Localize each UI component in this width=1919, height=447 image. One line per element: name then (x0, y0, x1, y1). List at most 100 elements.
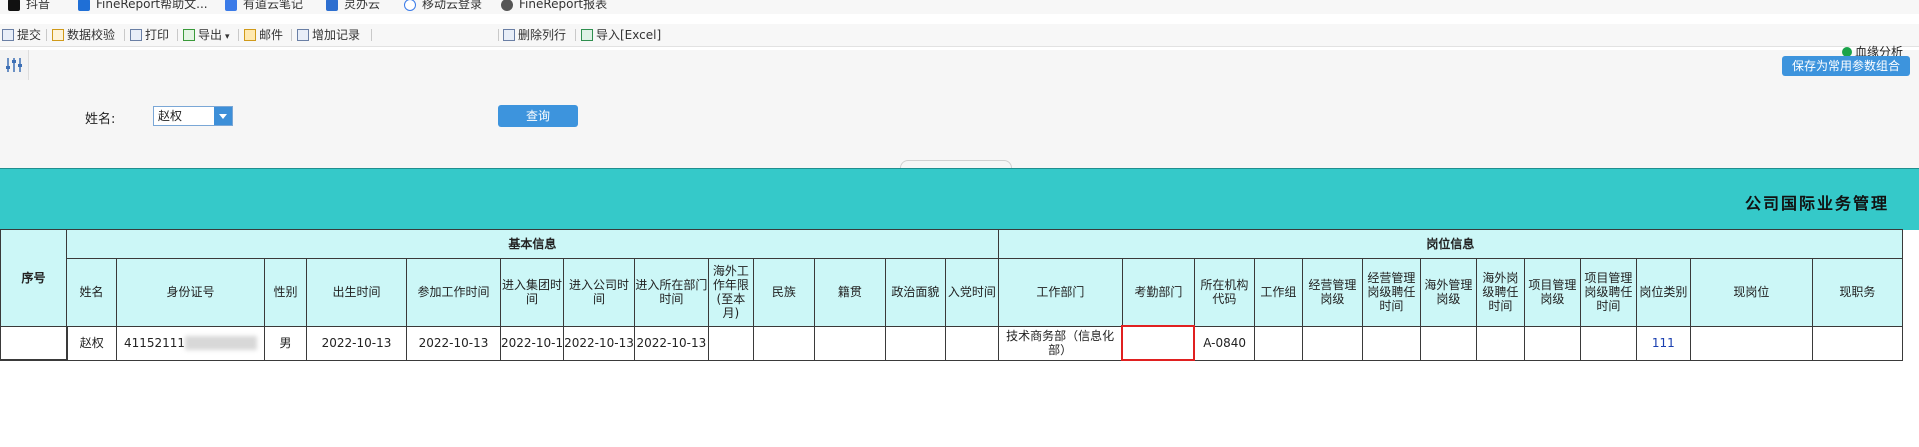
excel-icon (581, 29, 593, 41)
table-row: 赵权 41152111 男 2022-10-13 2022-10-13 2022… (0, 325, 1903, 361)
cell-current-post[interactable] (1689, 325, 1813, 361)
cell-overseas-level[interactable] (1419, 325, 1477, 361)
cell-id-number[interactable]: 41152111 (116, 325, 265, 361)
column-header: 经营管理岗级聘任时间 (1361, 258, 1421, 327)
toolbar-divider (371, 29, 372, 41)
bookmark-youdao[interactable]: 有道云笔记 (225, 0, 303, 12)
bookmarks-bar: 抖音 FineReport帮助文... 有道云笔记 灵办云 移动云登录 Fine… (0, 0, 1919, 14)
column-header: 工作部门 (997, 258, 1123, 327)
column-header: 海外工作年限(至本月) (707, 258, 754, 327)
cell-gender[interactable]: 男 (264, 325, 307, 361)
cell-mgmt-time[interactable] (1361, 325, 1421, 361)
chevron-down-icon[interactable] (214, 107, 232, 125)
column-header: 进入所在部门时间 (633, 258, 709, 327)
column-header: 项目管理岗级 (1523, 258, 1581, 327)
cell-org-code[interactable]: A-0840 (1193, 325, 1255, 361)
query-button[interactable]: 查询 (498, 105, 578, 127)
column-header: 入党时间 (944, 258, 999, 327)
cell-post-type[interactable]: 111 (1635, 325, 1691, 361)
cell-group-join[interactable]: 2022-10-1 (499, 325, 565, 361)
column-header: 政治面貌 (884, 258, 946, 327)
douyin-icon (8, 0, 20, 11)
name-label: 姓名: (85, 112, 116, 127)
bookmark-lingban[interactable]: 灵办云 (326, 0, 380, 12)
cell-ethnicity[interactable] (752, 325, 815, 361)
globe-icon (501, 0, 513, 11)
column-header: 进入公司时间 (563, 258, 635, 327)
import-excel-button[interactable]: 导入[Excel] (581, 27, 661, 43)
cell-political[interactable] (884, 325, 946, 361)
sliders-icon (6, 58, 22, 72)
cell-project-time[interactable] (1579, 325, 1637, 361)
submit-button[interactable]: 提交 (2, 27, 41, 43)
validate-button[interactable]: 数据校验 (52, 27, 115, 43)
cell-party-join[interactable] (944, 325, 999, 361)
cloud-icon (404, 0, 416, 11)
cell-company-join[interactable]: 2022-10-13 (563, 325, 635, 361)
name-combobox-value: 赵权 (158, 109, 183, 123)
save-param-combo-button[interactable]: 保存为常用参数组合 (1782, 56, 1910, 76)
cell-birth[interactable]: 2022-10-13 (306, 325, 407, 361)
bookmark-mobile-cloud[interactable]: 移动云登录 (404, 0, 482, 12)
cell-name[interactable]: 赵权 (66, 325, 117, 361)
cell-overseas-time[interactable] (1475, 325, 1525, 361)
toolbar-divider (238, 29, 239, 41)
column-header: 进入集团时间 (499, 258, 565, 327)
submit-icon (2, 29, 14, 41)
cell-attendance-dept[interactable] (1121, 325, 1196, 361)
redacted-mask (185, 336, 258, 351)
toolbar-divider (177, 29, 178, 41)
column-header: 海外管理岗级 (1419, 258, 1477, 327)
report-title: 公司国际业务管理 (1745, 194, 1890, 213)
report-toolbar: 提交 数据校验 打印 导出 ▾ 邮件 增加记录 删除列行 导入[Excel] (0, 24, 1919, 47)
cell-work-dept[interactable]: 技术商务部（信息化部） (997, 325, 1123, 361)
print-button[interactable]: 打印 (130, 27, 169, 43)
mail-button[interactable]: 邮件 (244, 27, 283, 43)
column-header: 考勤部门 (1121, 258, 1195, 327)
cell-work-group[interactable] (1253, 325, 1303, 361)
bookmark-finereport-help[interactable]: FineReport帮助文... (78, 0, 208, 12)
column-header: 所在机构代码 (1193, 258, 1255, 327)
column-header: 现岗位 (1689, 258, 1813, 327)
toolbar-divider (124, 29, 125, 41)
column-header: 籍贯 (813, 258, 886, 327)
name-combobox[interactable]: 赵权 (153, 106, 233, 126)
toolbar-divider (498, 29, 499, 41)
column-header: 参加工作时间 (406, 258, 501, 327)
cell-overseas-years[interactable] (707, 325, 754, 361)
cell-dept-join[interactable]: 2022-10-13 (633, 325, 709, 361)
cell-native-place[interactable] (813, 325, 886, 361)
column-header: 工作组 (1253, 258, 1303, 327)
delete-row-button[interactable]: 删除列行 (503, 27, 566, 43)
lingban-icon (326, 0, 338, 11)
column-header: 出生时间 (306, 258, 407, 327)
validate-icon (52, 29, 64, 41)
add-record-icon (297, 29, 309, 41)
column-header: 项目管理岗级聘任时间 (1579, 258, 1637, 327)
report-title-band (0, 168, 1919, 230)
parameter-toggle-tab[interactable] (0, 50, 29, 80)
toolbar-divider (575, 29, 576, 41)
group-header-basic: 基本信息 (66, 229, 999, 259)
add-record-button[interactable]: 增加记录 (297, 27, 360, 43)
finereport-icon (78, 0, 90, 11)
cell-project-level[interactable] (1523, 325, 1581, 361)
column-header: 性别 (264, 258, 307, 327)
toolbar-divider (46, 29, 47, 41)
column-header: 经营管理岗级 (1301, 258, 1363, 327)
column-header: 现职务 (1811, 258, 1903, 327)
chevron-down-icon: ▾ (225, 32, 230, 42)
bookmark-finereport-report[interactable]: FineReport报表 (501, 0, 607, 12)
column-header: 海外岗级聘任时间 (1475, 258, 1525, 327)
cell-seq[interactable] (0, 325, 68, 361)
toolbar-divider (291, 29, 292, 41)
mail-icon (244, 29, 256, 41)
cell-mgmt-level[interactable] (1301, 325, 1363, 361)
export-icon (183, 29, 195, 41)
parameter-panel (0, 50, 1919, 168)
bookmark-douyin[interactable]: 抖音 (8, 0, 50, 12)
print-icon (130, 29, 142, 41)
cell-current-duty[interactable] (1811, 325, 1903, 361)
cell-work-start[interactable]: 2022-10-13 (406, 325, 501, 361)
export-button[interactable]: 导出 ▾ (183, 27, 230, 43)
